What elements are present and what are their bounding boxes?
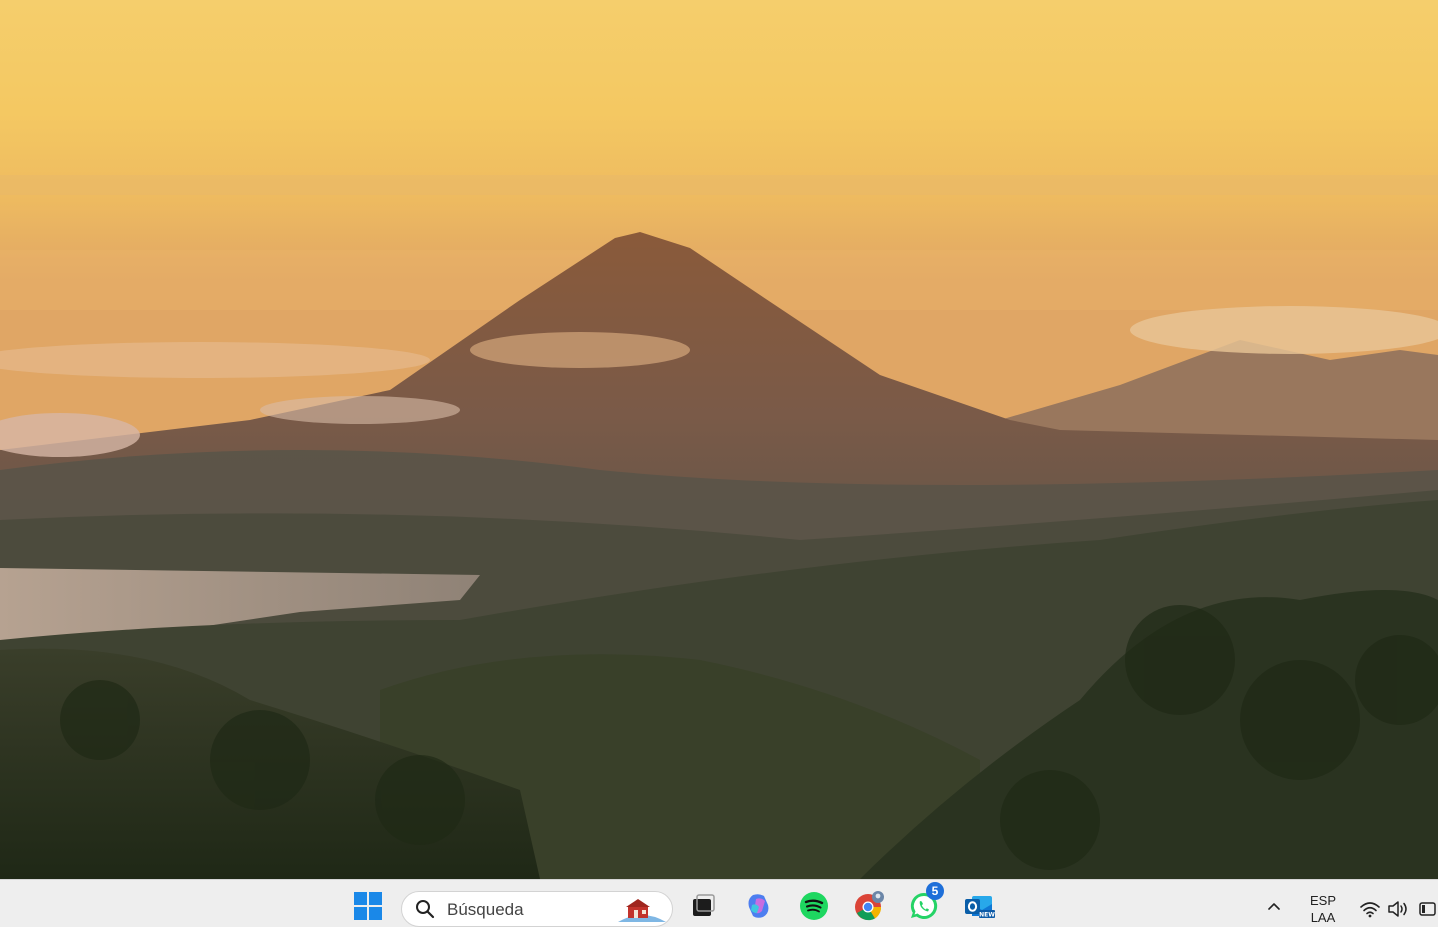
start-button[interactable] — [348, 886, 388, 926]
volume-icon — [1388, 901, 1407, 917]
spotify-button[interactable] — [794, 886, 834, 926]
search-highlight-icon — [618, 899, 666, 922]
chrome-button[interactable] — [849, 886, 889, 926]
show-hidden-icons-button[interactable] — [1255, 886, 1293, 926]
language-code: ESP — [1309, 893, 1336, 908]
taskbar: Búsqueda 5 NEW ESP LAA — [0, 879, 1438, 927]
copilot-icon — [748, 894, 769, 918]
whatsapp-unread-badge: 5 — [926, 882, 944, 900]
task-view-button[interactable] — [683, 886, 723, 926]
search-placeholder: Búsqueda — [447, 900, 524, 919]
chevron-up-icon — [1268, 903, 1280, 910]
task-view-icon — [693, 894, 715, 916]
search-box[interactable]: Búsqueda — [401, 891, 673, 927]
outlook-new-label: NEW — [979, 912, 995, 919]
chrome-icon — [855, 891, 884, 921]
outlook-button[interactable]: NEW — [959, 886, 999, 926]
whatsapp-button[interactable]: 5 — [904, 882, 944, 926]
battery-icon — [1419, 902, 1436, 916]
search-icon — [416, 900, 435, 919]
wallpaper-image — [0, 0, 1438, 879]
windows-logo-icon — [354, 892, 382, 920]
copilot-button[interactable] — [739, 886, 779, 926]
desktop-wallpaper — [0, 0, 1438, 879]
quick-settings-button[interactable] — [1355, 890, 1438, 928]
language-indicator[interactable]: ESP LAA — [1303, 892, 1343, 926]
keyboard-layout: LAA — [1310, 910, 1336, 925]
spotify-icon — [800, 892, 828, 920]
wifi-icon — [1360, 902, 1380, 918]
outlook-new-icon: NEW — [965, 896, 995, 919]
